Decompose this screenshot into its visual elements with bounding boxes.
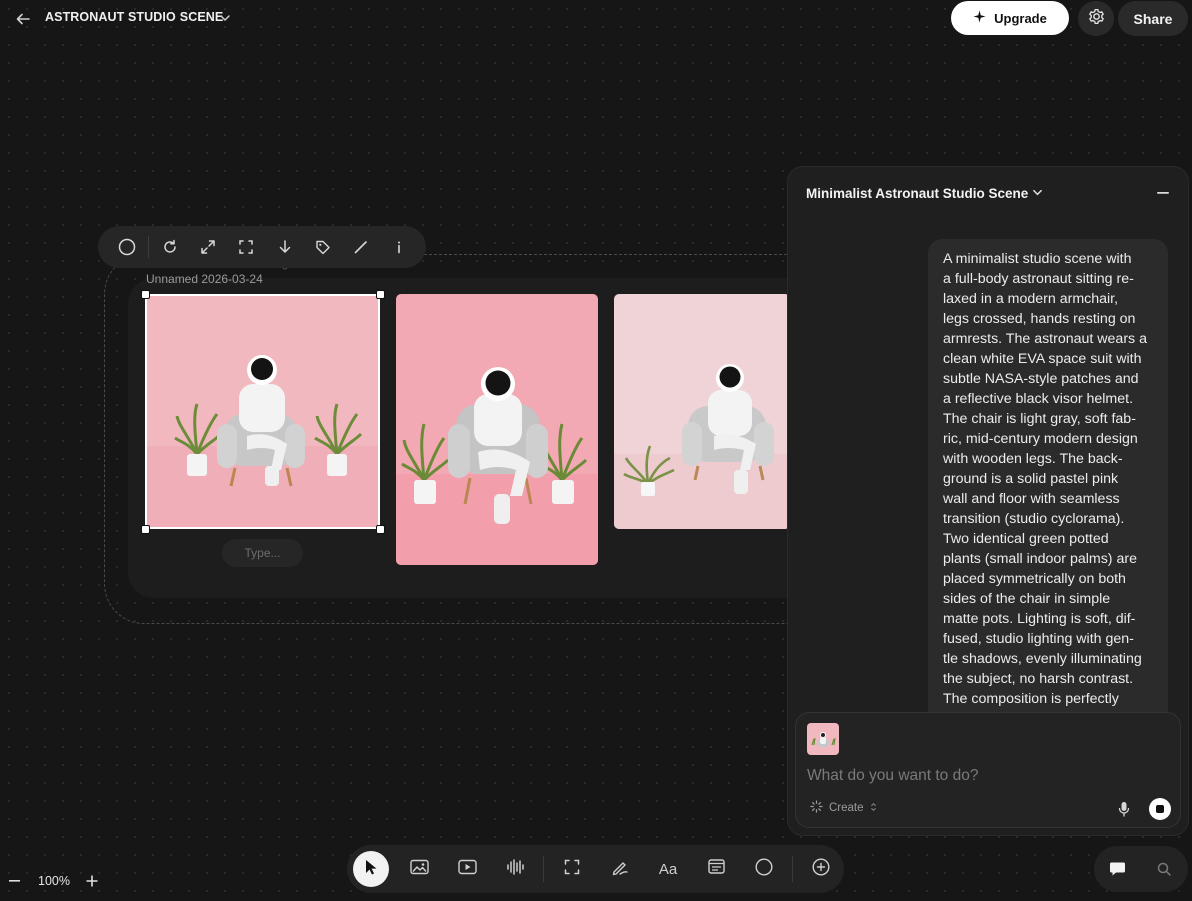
chevron-down-icon	[1032, 186, 1043, 201]
crop-icon[interactable]	[227, 229, 265, 265]
image-caption-input[interactable]	[222, 539, 303, 567]
image-tool[interactable]	[401, 851, 437, 887]
item-name: Unnamed 2026-03-24	[146, 272, 263, 286]
toolbar-divider	[543, 856, 544, 882]
prompt-input[interactable]	[807, 763, 1147, 789]
zoom-in-icon[interactable]	[83, 872, 101, 890]
image-icon	[409, 859, 429, 880]
note-card-icon	[707, 859, 725, 879]
loading-spinner-icon	[810, 800, 823, 816]
pen-icon[interactable]	[342, 229, 380, 265]
generated-image-2[interactable]	[396, 294, 598, 565]
upgrade-label: Upgrade	[994, 10, 1047, 26]
user-message: A minimalist studio scene with a full-bo…	[928, 239, 1168, 719]
video-tool[interactable]	[449, 851, 485, 887]
toolbar-divider	[148, 236, 150, 258]
chat-title-text: Minimalist Astronaut Studio Scene	[806, 186, 1029, 201]
zoom-out-icon[interactable]	[5, 872, 23, 890]
generated-image-1[interactable]	[145, 294, 380, 529]
resize-handle-bottom-right[interactable]	[376, 525, 385, 534]
toolbar-divider	[792, 856, 793, 882]
zoom-level: 100%	[38, 874, 70, 888]
chevron-updown-icon	[870, 802, 877, 815]
download-icon[interactable]	[265, 229, 303, 265]
mode-select[interactable]: Create	[810, 800, 877, 816]
chat-bubble-icon[interactable]	[1101, 853, 1133, 885]
circle-shape-icon	[755, 857, 773, 881]
pen-scribble-icon	[611, 858, 629, 881]
stop-icon	[1156, 805, 1164, 813]
video-play-icon	[457, 859, 477, 880]
info-icon[interactable]	[380, 229, 418, 265]
select-tool[interactable]	[353, 851, 389, 887]
search-icon[interactable]	[1152, 857, 1176, 881]
mode-label: Create	[829, 802, 864, 814]
image-toolbar	[98, 226, 426, 268]
audio-tool[interactable]	[497, 851, 533, 887]
back-arrow-icon[interactable]	[12, 8, 34, 30]
circle-icon[interactable]	[108, 229, 146, 265]
settings-button[interactable]	[1078, 1, 1114, 36]
share-button[interactable]: Share	[1118, 1, 1188, 36]
audio-waveform-icon	[506, 858, 524, 881]
microphone-icon[interactable]	[1113, 797, 1135, 821]
shape-tool[interactable]	[746, 851, 782, 887]
project-title-regular: ASTRONAUT STUDIO	[45, 10, 176, 24]
add-tool[interactable]	[803, 851, 839, 887]
frame-tool[interactable]	[554, 851, 590, 887]
expand-icon[interactable]	[189, 229, 227, 265]
draw-tool[interactable]	[602, 851, 638, 887]
text-tool[interactable]: Aa	[650, 851, 686, 887]
stop-generation-button[interactable]	[1149, 798, 1171, 820]
text-tool-label: Aa	[658, 860, 678, 878]
resize-handle-bottom-left[interactable]	[141, 525, 150, 534]
frame-icon	[564, 859, 580, 880]
refresh-icon[interactable]	[151, 229, 189, 265]
plus-circle-icon	[812, 857, 830, 881]
project-title[interactable]: ASTRONAUT STUDIO SCENE	[45, 10, 223, 24]
tag-icon[interactable]	[304, 229, 342, 265]
gear-icon	[1088, 8, 1105, 30]
resize-handle-top-right[interactable]	[376, 290, 385, 299]
sparkle-icon	[973, 10, 986, 26]
resize-handle-top-left[interactable]	[141, 290, 150, 299]
cursor-arrow-icon	[364, 859, 378, 880]
generated-image-3[interactable]	[614, 294, 790, 529]
attached-image-thumbnail[interactable]	[807, 723, 839, 755]
note-tool[interactable]	[698, 851, 734, 887]
chat-title[interactable]: Minimalist Astronaut Studio Scene	[806, 186, 1043, 201]
upgrade-button[interactable]: Upgrade	[951, 1, 1069, 35]
chevron-down-icon[interactable]	[216, 9, 234, 27]
user-message-text: A minimalist studio scene with a full-bo…	[943, 251, 1147, 707]
minimize-icon[interactable]	[1152, 183, 1174, 203]
